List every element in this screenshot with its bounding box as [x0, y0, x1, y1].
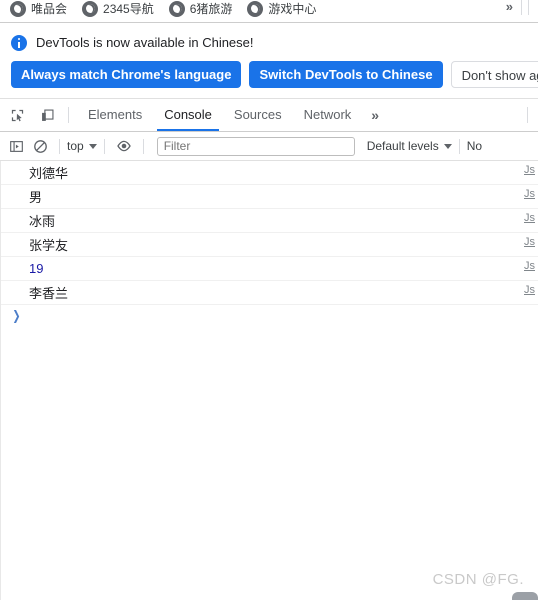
bookmarks-divider — [521, 0, 522, 15]
inspect-cursor-icon[interactable] — [4, 102, 30, 128]
console-filter-input[interactable] — [156, 136, 355, 156]
console-message-row[interactable]: 李香兰 Js — [1, 281, 538, 305]
console-source-link[interactable]: Js — [524, 260, 538, 272]
console-message-text: 李香兰 — [29, 286, 69, 301]
console-sidebar-icon[interactable] — [4, 135, 28, 157]
clear-console-icon[interactable] — [28, 135, 52, 157]
bookmark-label: 游戏中心 — [268, 2, 317, 16]
tab-sources[interactable]: Sources — [223, 99, 293, 131]
more-tabs-icon[interactable]: » — [362, 107, 387, 123]
console-toolbar: top Default levels No — [0, 132, 538, 161]
bookmark-label: 2345导航 — [103, 2, 154, 16]
bookmark-item[interactable]: 游戏中心 — [243, 0, 322, 19]
console-message-text: 19 — [29, 261, 44, 276]
device-toolbar-icon[interactable] — [34, 102, 60, 128]
console-message-row[interactable]: 19 Js — [1, 257, 538, 281]
info-icon — [11, 35, 27, 51]
devtools-panel: DevTools is now available in Chinese! Al… — [0, 22, 538, 602]
chevron-down-icon — [88, 143, 97, 149]
tabbar-divider — [68, 107, 69, 123]
console-prompt[interactable]: ❯ — [1, 305, 538, 327]
notification-message-row: DevTools is now available in Chinese! — [0, 23, 538, 51]
notification-message: DevTools is now available in Chinese! — [36, 35, 254, 50]
console-toolbar-divider — [458, 138, 460, 154]
console-toolbar-divider — [142, 138, 144, 154]
console-source-link[interactable]: Js — [524, 212, 538, 224]
notification-actions: Always match Chrome's language Switch De… — [0, 51, 538, 88]
bookmarks-bar: 唯品会 2345导航 6猪旅游 游戏中心 » — [0, 0, 538, 22]
chevron-down-icon — [443, 143, 452, 149]
tab-network[interactable]: Network — [293, 99, 363, 131]
watermark-decoration — [512, 592, 538, 600]
console-message-text: 刘德华 — [29, 166, 69, 181]
tab-console[interactable]: Console — [153, 99, 223, 131]
console-source-link[interactable]: Js — [524, 188, 538, 200]
bookmark-item[interactable]: 6猪旅游 — [165, 0, 239, 19]
devtools-language-notification: DevTools is now available in Chinese! Al… — [0, 23, 538, 99]
console-source-link[interactable]: Js — [524, 284, 538, 296]
console-log-levels-label: Default levels — [366, 139, 439, 153]
console-message-text: 张学友 — [29, 238, 69, 253]
bookmark-label: 唯品会 — [31, 2, 68, 16]
console-prompt-caret-icon: ❯ — [12, 308, 21, 323]
console-message-text: 冰雨 — [29, 214, 56, 229]
bookmarks-overflow-icon[interactable]: » — [506, 0, 513, 14]
console-message-row[interactable]: 男 Js — [1, 185, 538, 209]
bookmark-label: 6猪旅游 — [189, 2, 233, 16]
generic-site-favicon-icon — [247, 1, 264, 17]
bookmark-item[interactable]: 唯品会 — [6, 0, 73, 19]
bookmark-item[interactable]: 2345导航 — [78, 0, 160, 19]
dont-show-again-button[interactable]: Don't show again — [450, 61, 538, 88]
console-message-row[interactable]: 张学友 Js — [1, 233, 538, 257]
console-context-selector[interactable]: top — [67, 139, 97, 153]
switch-devtools-to-chinese-button[interactable]: Switch DevTools to Chinese — [249, 61, 443, 88]
always-match-chrome-language-button[interactable]: Always match Chrome's language — [11, 61, 242, 88]
console-issues-button[interactable]: No — [467, 139, 482, 153]
console-source-link[interactable]: Js — [524, 164, 538, 176]
watermark: CSDN @FG. — [432, 571, 524, 588]
generic-site-favicon-icon — [168, 1, 185, 17]
generic-site-favicon-icon — [10, 1, 26, 17]
generic-site-favicon-icon — [82, 1, 99, 17]
console-log-levels-selector[interactable]: Default levels — [367, 139, 452, 153]
console-toolbar-divider — [103, 138, 105, 154]
console-message-row[interactable]: 冰雨 Js — [1, 209, 538, 233]
console-source-link[interactable]: Js — [524, 236, 538, 248]
tabbar-right-divider — [527, 107, 528, 123]
tab-elements[interactable]: Elements — [77, 99, 153, 131]
console-context-label: top — [67, 139, 84, 153]
bookmarks-bar-right-edge — [528, 0, 538, 15]
console-output[interactable]: 刘德华 Js 男 Js 冰雨 Js 张学友 Js 19 Js 李香兰 Js ❯ … — [0, 161, 538, 600]
console-toolbar-divider — [59, 138, 60, 154]
live-expression-icon[interactable] — [112, 135, 136, 157]
devtools-tabbar: Elements Console Sources Network » — [0, 99, 538, 132]
console-message-row[interactable]: 刘德华 Js — [1, 161, 538, 185]
console-message-text: 男 — [29, 190, 43, 205]
